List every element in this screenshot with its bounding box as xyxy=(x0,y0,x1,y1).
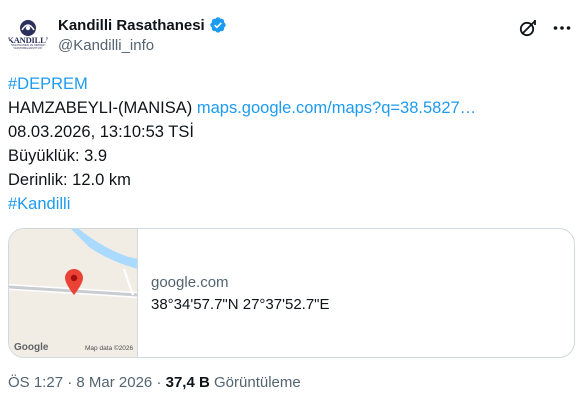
post-time[interactable]: ÖS 1:27 xyxy=(8,374,63,391)
map-data-credit: Map data ©2026 xyxy=(85,345,134,352)
post-date[interactable]: 8 Mar 2026 xyxy=(76,374,152,391)
card-domain: google.com xyxy=(151,274,229,291)
hashtag-deprem[interactable]: #DEPREM xyxy=(8,75,88,93)
depth-text: Derinlik: 12.0 km xyxy=(8,171,131,189)
avatar[interactable]: KANDILLI RASATHANESİ VE DEPREM ARAŞTIRMA… xyxy=(8,14,48,54)
post-body: #DEPREM HAMZABEYLI-(MANISA) maps.google.… xyxy=(8,72,578,216)
post-header: KANDILLI RASATHANESİ VE DEPREM ARAŞTIRMA… xyxy=(8,14,580,58)
views-count[interactable]: 37,4 B xyxy=(166,374,210,391)
views-label[interactable]: Görüntüleme xyxy=(214,374,301,391)
author-display-name[interactable]: Kandilli Rasathanesi xyxy=(58,17,205,34)
kandilli-logo-icon xyxy=(20,20,36,36)
post-actions xyxy=(518,18,572,38)
post-footer: ÖS 1:27 · 8 Mar 2026 · 37,4 B Görüntülem… xyxy=(8,374,301,391)
footer-separator: · xyxy=(63,374,77,391)
map-link[interactable]: maps.google.com/maps?q=38.5827… xyxy=(197,99,476,117)
link-card[interactable]: Google Map data ©2026 google.com 38°34'5… xyxy=(8,228,575,358)
grok-icon[interactable] xyxy=(518,18,538,38)
map-google-logo: Google xyxy=(14,342,48,353)
more-icon[interactable] xyxy=(552,18,572,38)
magnitude-text: Büyüklük: 3.9 xyxy=(8,147,108,165)
location-text: HAMZABEYLI-(MANISA) xyxy=(8,99,193,117)
datetime-text: 08.03.2026, 13:10:53 TSİ xyxy=(8,123,194,141)
hashtag-kandilli[interactable]: #Kandilli xyxy=(8,195,70,213)
card-text[interactable]: google.com 38°34'57.7"N 27°37'52.7"E xyxy=(138,229,330,357)
map-thumbnail[interactable]: Google Map data ©2026 xyxy=(9,229,138,357)
card-title: 38°34'57.7"N 27°37'52.7"E xyxy=(151,296,330,313)
footer-separator-2: · xyxy=(152,374,166,391)
author-handle[interactable]: @Kandilli_info xyxy=(58,37,227,54)
avatar-logo-subtitle: RASATHANESİ VE DEPREM ARAŞTIRMA ENSTİTÜS… xyxy=(10,44,46,50)
map-brand-text: Google xyxy=(14,342,49,353)
verified-badge-icon[interactable] xyxy=(209,16,227,34)
author-block: Kandilli Rasathanesi @Kandilli_info xyxy=(58,16,227,54)
map-pin-icon xyxy=(65,269,83,295)
